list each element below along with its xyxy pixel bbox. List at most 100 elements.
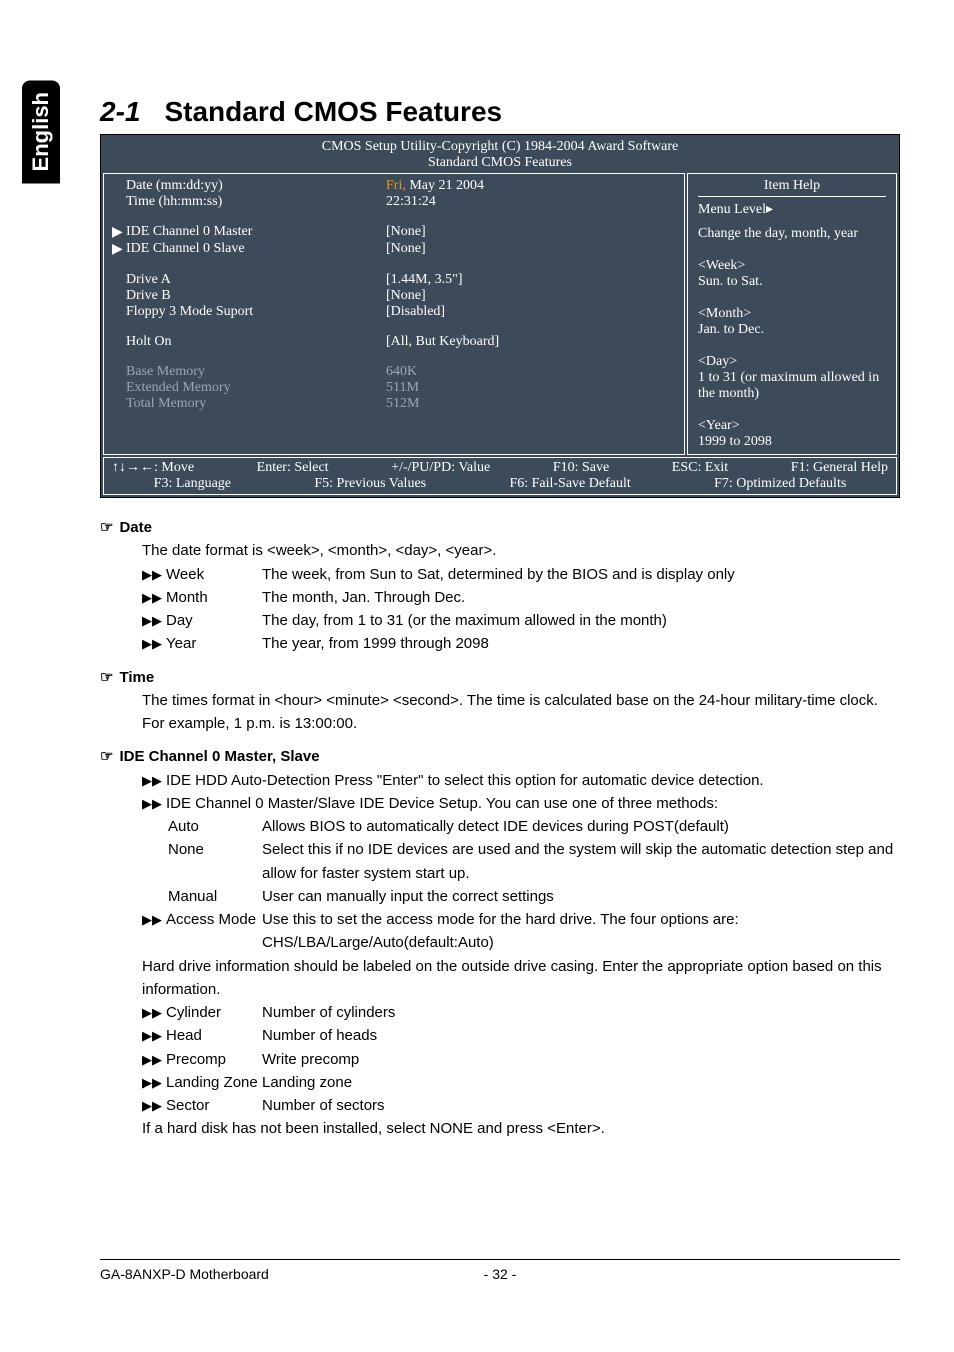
bios-value[interactable]: [None]	[386, 288, 676, 304]
access-mode-def: Use this to set the access mode for the …	[262, 908, 900, 955]
double-arrow-icon: ▶▶	[142, 912, 162, 927]
time-title-text: Time	[119, 669, 154, 686]
bios-value[interactable]: 22:31:24	[386, 194, 676, 210]
triangle-icon	[112, 364, 126, 380]
definition-def: The year, from 1999 through 2098	[262, 632, 900, 655]
bios-footer-row2: F3: LanguageF5: Previous ValuesF6: Fail-…	[112, 476, 888, 492]
triangle-icon	[112, 178, 126, 194]
bios-footer: ↑↓→←: MoveEnter: Select+/-/PU/PD: ValueF…	[103, 457, 897, 495]
date-intro: The date format is <week>, <month>, <day…	[142, 539, 900, 562]
bios-label: IDE Channel 0 Slave	[126, 241, 386, 258]
bios-key-hint: Enter: Select	[257, 460, 329, 476]
bios-help-line: Jan. to Dec.	[698, 322, 886, 338]
bios-help-line	[698, 338, 886, 354]
bios-label: Drive B	[126, 288, 386, 304]
ide-line1-text: IDE HDD Auto-Detection Press "Enter" to …	[166, 772, 764, 789]
ide-line1: ▶▶ IDE HDD Auto-Detection Press "Enter" t…	[142, 769, 900, 792]
bios-label: Floppy 3 Mode Suport	[126, 304, 386, 320]
bios-row[interactable]: ▶IDE Channel 0 Slave[None]	[112, 241, 676, 258]
definition-term: ▶▶Landing Zone	[142, 1071, 262, 1094]
bios-value[interactable]: [Disabled]	[386, 304, 676, 320]
bios-label: Extended Memory	[126, 380, 386, 396]
bios-row[interactable]: Total Memory512M	[112, 396, 676, 412]
bios-row[interactable]: Base Memory640K	[112, 364, 676, 380]
bios-value[interactable]: [None]	[386, 224, 676, 241]
definition-row: ▶▶WeekThe week, from Sun to Sat, determi…	[142, 563, 900, 586]
bios-help-line: <Week>	[698, 258, 886, 274]
bios-help-line	[698, 402, 886, 418]
triangle-icon	[112, 396, 126, 412]
bios-label: Holt On	[126, 334, 386, 350]
section-heading: Standard CMOS Features	[164, 96, 502, 127]
definition-row: ▶▶YearThe year, from 1999 through 2098	[142, 632, 900, 655]
bios-row[interactable]: Drive A[1.44M, 3.5"]	[112, 272, 676, 288]
definition-def: Number of cylinders	[262, 1001, 900, 1024]
bios-row[interactable]: Drive B[None]	[112, 288, 676, 304]
triangle-icon	[112, 194, 126, 210]
language-tab: English	[22, 80, 60, 183]
bios-label: IDE Channel 0 Master	[126, 224, 386, 241]
bios-menu-level: Menu Level▸	[698, 201, 886, 218]
access-term-text: Access Mode	[166, 911, 256, 928]
bios-help-line: <Day>	[698, 354, 886, 370]
definition-def: Allows BIOS to automatically detect IDE …	[262, 815, 900, 838]
footer-right	[633, 1266, 900, 1282]
bios-value[interactable]: [None]	[386, 241, 676, 258]
access-mode-row: ▶▶ Access Mode Use this to set the access…	[142, 908, 900, 955]
definition-term: ▶▶Cylinder	[142, 1001, 262, 1024]
definition-row: ▶▶Landing ZoneLanding zone	[142, 1071, 900, 1094]
page-footer: GA-8ANXP-D Motherboard - 32 -	[100, 1259, 900, 1282]
definition-def: Number of heads	[262, 1024, 900, 1047]
definition-row: ▶▶MonthThe month, Jan. Through Dec.	[142, 586, 900, 609]
bios-value[interactable]: 511M	[386, 380, 676, 396]
hd-tail: If a hard disk has not been installed, s…	[142, 1117, 900, 1140]
bios-help-line: Sun. to Sat.	[698, 274, 886, 290]
definition-def: The month, Jan. Through Dec.	[262, 586, 900, 609]
bios-label: Total Memory	[126, 396, 386, 412]
ide-heading: ☞IDE Channel 0 Master, Slave	[100, 745, 900, 768]
definition-def: Select this if no IDE devices are used a…	[262, 838, 900, 885]
bios-label: Date (mm:dd:yy)	[126, 178, 386, 194]
triangle-icon	[112, 272, 126, 288]
triangle-icon	[112, 380, 126, 396]
bios-value[interactable]: Fri, May 21 2004	[386, 178, 676, 194]
definition-def: The week, from Sun to Sat, determined by…	[262, 563, 900, 586]
bios-label: Time (hh:mm:ss)	[126, 194, 386, 210]
bios-value[interactable]: 512M	[386, 396, 676, 412]
definition-term: ▶▶Day	[142, 609, 262, 632]
bios-row[interactable]: Extended Memory511M	[112, 380, 676, 396]
bios-value[interactable]: 640K	[386, 364, 676, 380]
bios-row[interactable]: ▶IDE Channel 0 Master[None]	[112, 224, 676, 241]
bios-help-line: <Year>	[698, 418, 886, 434]
triangle-icon: ▶	[112, 241, 126, 258]
document-body: ☞Date The date format is <week>, <month>…	[100, 516, 900, 1141]
definition-term: ▶▶Sector	[142, 1094, 262, 1117]
definition-term: None	[168, 838, 262, 885]
date-heading: ☞Date	[100, 516, 900, 539]
bios-row[interactable]: Holt On[All, But Keyboard]	[112, 334, 676, 350]
bios-row[interactable]: Floppy 3 Mode Suport[Disabled]	[112, 304, 676, 320]
double-arrow-icon: ▶▶	[142, 773, 162, 788]
pointer-icon: ☞	[100, 669, 113, 686]
bios-help-line: 1999 to 2098	[698, 434, 886, 450]
bios-help-panel: Item Help Menu Level▸ Change the day, mo…	[687, 173, 897, 455]
definition-row: ▶▶DayThe day, from 1 to 31 (or the maxim…	[142, 609, 900, 632]
bios-row[interactable]: Time (hh:mm:ss)22:31:24	[112, 194, 676, 210]
definition-term: ▶▶Week	[142, 563, 262, 586]
bios-header: CMOS Setup Utility-Copyright (C) 1984-20…	[101, 135, 899, 173]
ide-line2: ▶▶IDE Channel 0 Master/Slave IDE Device …	[142, 792, 900, 815]
bios-help-line: 1 to 31 (or maximum allowed in the month…	[698, 370, 886, 402]
bios-label: Drive A	[126, 272, 386, 288]
date-title-text: Date	[119, 519, 152, 536]
page-main: 2-1Standard CMOS Features CMOS Setup Uti…	[100, 96, 900, 1141]
bios-row[interactable]: Date (mm:dd:yy)Fri, May 21 2004	[112, 178, 676, 194]
bios-value[interactable]: [All, But Keyboard]	[386, 334, 676, 350]
bios-value[interactable]: [1.44M, 3.5"]	[386, 272, 676, 288]
bios-help-line: Change the day, month, year	[698, 226, 886, 242]
access-mode-term: ▶▶ Access Mode	[142, 908, 262, 955]
triangle-icon	[112, 304, 126, 320]
bios-key-hint: F5: Previous Values	[314, 476, 426, 492]
bios-key-hint: F7: Optimized Defaults	[714, 476, 846, 492]
pointer-icon: ☞	[100, 748, 113, 765]
bios-key-hint: +/-/PU/PD: Value	[391, 460, 490, 476]
